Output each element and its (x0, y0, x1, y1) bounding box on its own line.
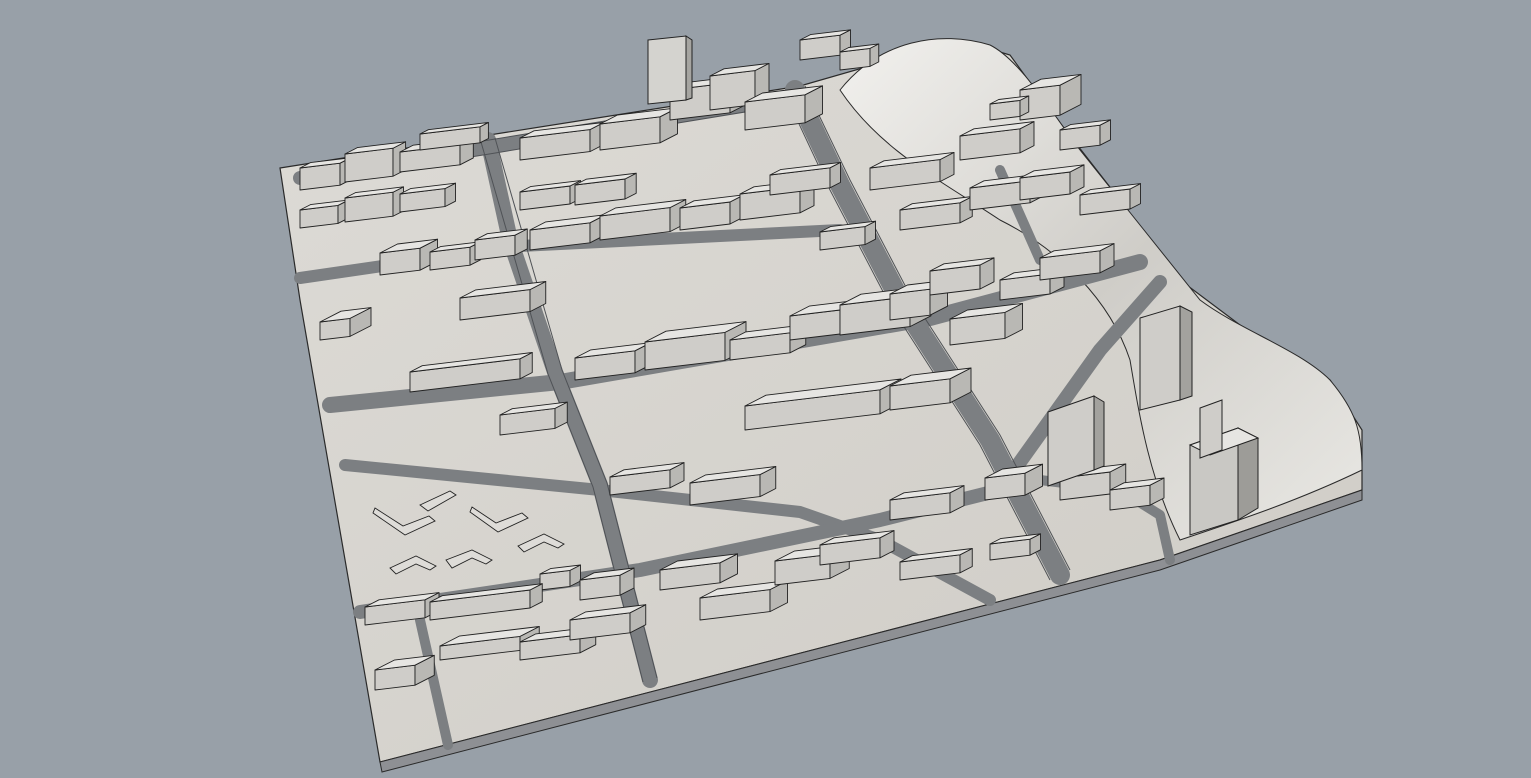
building-front (889, 288, 931, 321)
building (1059, 119, 1111, 151)
city-model-scene (279, 29, 1363, 773)
tower-b-front (1199, 399, 1223, 459)
tower-d-side (1093, 395, 1105, 471)
tower-c-side (1179, 305, 1193, 401)
top-tower-front (647, 35, 687, 105)
tower-c-front (1139, 305, 1181, 411)
3d-viewport[interactable] (0, 0, 1531, 778)
tower-d-front (1047, 395, 1095, 487)
top-tower-side (685, 35, 693, 101)
